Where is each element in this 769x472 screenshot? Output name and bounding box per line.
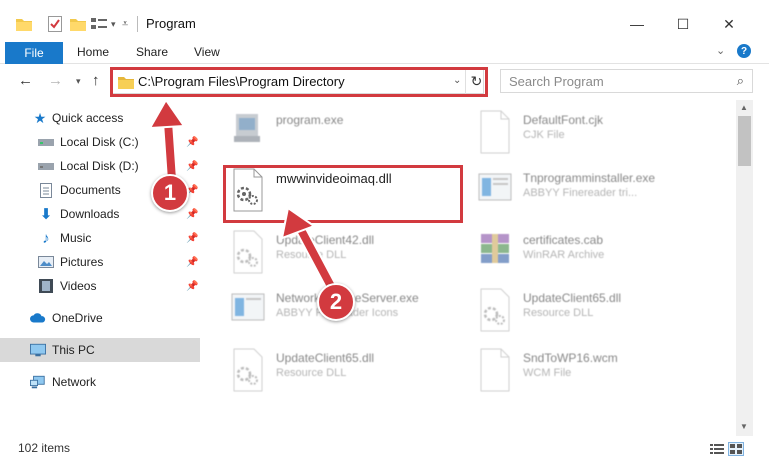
- sidebar-item-onedrive[interactable]: OneDrive: [0, 306, 200, 330]
- file-name: UpdateClient65.dll: [523, 291, 622, 305]
- sidebar-item-this-pc[interactable]: This PC: [0, 338, 200, 362]
- scroll-down-icon[interactable]: ▼: [740, 422, 748, 431]
- new-folder-icon[interactable]: [70, 14, 86, 34]
- minimize-button[interactable]: —: [614, 10, 660, 38]
- music-icon: ♪: [42, 229, 50, 247]
- documents-icon: [38, 182, 54, 198]
- file-item[interactable]: UpdateClient65.dll Resource DLL: [477, 288, 717, 344]
- sidebar-item-network[interactable]: Network: [0, 370, 200, 394]
- videos-icon: [38, 278, 54, 294]
- file-type: CJK File: [523, 129, 565, 141]
- navigation-pane: ★ Quick access Local Disk (C:) 📌 Local D…: [0, 100, 203, 436]
- file-item[interactable]: Tnprogramminstaller.exe ABBYY Finereader…: [477, 168, 717, 224]
- file-type: WinRAR Archive: [523, 249, 605, 261]
- file-highlight-box: [223, 165, 463, 223]
- help-icon[interactable]: ?: [737, 44, 751, 58]
- address-highlight-box: [110, 67, 488, 97]
- pin-icon: 📌: [186, 280, 199, 292]
- file-name: UpdateClient42.dll: [276, 233, 375, 247]
- file-item[interactable]: UpdateClient42.dll Resource DLL: [230, 230, 470, 286]
- file-item[interactable]: certificates.cab WinRAR Archive: [477, 230, 717, 286]
- sidebar-item-local-disk-c[interactable]: Local Disk (C:) 📌: [0, 130, 200, 154]
- installer-icon: [477, 168, 513, 212]
- close-button[interactable]: ✕: [706, 10, 752, 38]
- download-icon: ⬇: [39, 206, 53, 223]
- details-view-icon[interactable]: [709, 442, 725, 456]
- file-list: program.exe DefaultFont.cjk CJK File mww…: [205, 100, 736, 436]
- file-type: WCM File: [523, 367, 572, 379]
- star-icon: ★: [33, 109, 47, 126]
- sidebar-item-quick-access[interactable]: ★ Quick access: [0, 106, 200, 130]
- drive-icon: [38, 158, 54, 174]
- sidebar-item-music[interactable]: ♪ Music 📌: [0, 226, 200, 250]
- title-separator: [137, 16, 138, 32]
- file-item[interactable]: program.exe: [230, 110, 470, 166]
- up-button[interactable]: ↑: [92, 72, 100, 89]
- status-bar: 102 items: [0, 436, 769, 472]
- file-name: DefaultFont.cjk: [523, 113, 604, 127]
- network-icon: [30, 374, 46, 390]
- window-title: Program: [146, 16, 196, 31]
- pin-icon: 📌: [186, 232, 199, 244]
- expand-ribbon-icon[interactable]: ⌄: [716, 44, 725, 57]
- folder-icon: [16, 14, 32, 34]
- file-item[interactable]: DefaultFont.cjk CJK File: [477, 110, 717, 166]
- file-item[interactable]: UpdateClient65.dll Resource DLL: [230, 348, 470, 404]
- forward-button[interactable]: →: [48, 72, 63, 89]
- drive-icon: [38, 134, 54, 150]
- pictures-icon: [38, 254, 54, 270]
- dll-icon: [230, 348, 266, 392]
- view-options-icon[interactable]: [91, 14, 109, 34]
- item-count: 102 items: [18, 441, 71, 455]
- archive-icon: [477, 230, 513, 274]
- search-icon: ⌕: [736, 73, 744, 88]
- installer-icon: [230, 288, 266, 332]
- step-1-badge: 1: [151, 174, 189, 212]
- cloud-icon: [30, 310, 46, 326]
- back-button[interactable]: ←: [18, 72, 33, 89]
- dll-icon: [230, 230, 266, 274]
- file-type: Resource DLL: [276, 249, 347, 261]
- file-name: program.exe: [276, 113, 344, 127]
- scroll-thumb[interactable]: [738, 116, 751, 166]
- file-type: Resource DLL: [523, 307, 594, 319]
- file-icon: [477, 110, 513, 154]
- file-name: Tnprogramminstaller.exe: [523, 171, 656, 185]
- scroll-up-icon[interactable]: ▲: [740, 103, 748, 112]
- pin-icon: 📌: [186, 256, 199, 268]
- maximize-button[interactable]: ☐: [660, 10, 706, 38]
- file-type: ABBYY Finereader tri...: [523, 187, 638, 199]
- tab-home[interactable]: Home: [77, 45, 109, 59]
- file-name: certificates.cab: [523, 233, 604, 247]
- step-2-badge: 2: [317, 283, 355, 321]
- large-icons-view-icon[interactable]: [728, 442, 744, 456]
- ribbon: File Home Share View ⌄ ?: [0, 42, 769, 64]
- tab-share[interactable]: Share: [136, 45, 168, 59]
- sidebar-item-pictures[interactable]: Pictures 📌: [0, 250, 200, 274]
- file-name: SndToWP16.wcm: [523, 351, 618, 365]
- computer-icon: [30, 342, 46, 358]
- title-bar: ▾ ⩡ Program — ☐ ✕: [0, 0, 769, 42]
- search-placeholder: Search Program: [509, 74, 604, 89]
- sidebar-item-videos[interactable]: Videos 📌: [0, 274, 200, 298]
- vertical-scrollbar[interactable]: ▲ ▼: [736, 100, 753, 436]
- file-item[interactable]: SndToWP16.wcm WCM File: [477, 348, 717, 404]
- dll-icon: [477, 288, 513, 332]
- tab-view[interactable]: View: [194, 45, 220, 59]
- pin-icon: 📌: [186, 136, 199, 148]
- exe-icon: [230, 110, 266, 154]
- file-type: Resource DLL: [276, 367, 347, 379]
- properties-icon[interactable]: [48, 14, 62, 34]
- tab-file[interactable]: File: [5, 42, 63, 64]
- pin-icon: 📌: [186, 208, 199, 220]
- file-icon: [477, 348, 513, 392]
- file-name: UpdateClient65.dll: [276, 351, 375, 365]
- customize-toolbar-icon[interactable]: ⩡: [122, 14, 128, 34]
- pin-icon: 📌: [186, 160, 199, 172]
- search-input[interactable]: Search Program ⌕: [500, 69, 753, 93]
- chevron-down-icon[interactable]: ▾: [111, 14, 116, 34]
- recent-locations-icon[interactable]: ▾: [76, 76, 81, 87]
